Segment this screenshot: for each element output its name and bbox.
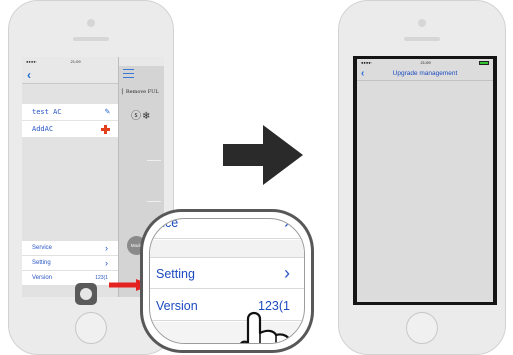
mag-label: vice bbox=[156, 218, 179, 230]
right-screen: ●●●●◦ 21:09 ‹ Upgrade management bbox=[353, 56, 497, 305]
chevron-right-icon: › bbox=[105, 258, 108, 268]
battery-icon bbox=[478, 60, 489, 65]
device-name: AddAC bbox=[32, 125, 54, 133]
menu-label: Setting bbox=[32, 260, 51, 266]
back-chevron-icon[interactable]: ‹ bbox=[27, 68, 31, 82]
tutorial-canvas: ●●●●◦ 21:09 ‹ test AC ✎ AddAC Service › … bbox=[0, 0, 513, 355]
menu-label: Service bbox=[32, 245, 53, 251]
fan-snowflake-icons: ⓢ❄ bbox=[131, 111, 152, 122]
mag-row-service[interactable]: vice › bbox=[150, 218, 304, 239]
nav-bar: ‹ Upgrade management bbox=[357, 66, 493, 81]
earpiece bbox=[404, 37, 440, 41]
divider bbox=[147, 201, 161, 202]
menu-item-service[interactable]: Service › bbox=[22, 241, 118, 256]
status-time: 21:09 bbox=[420, 60, 431, 65]
menu-item-setting[interactable]: Setting › bbox=[22, 256, 118, 271]
pencil-icon[interactable]: ✎ bbox=[105, 107, 110, 117]
earpiece bbox=[73, 37, 109, 41]
divider bbox=[147, 160, 161, 161]
settings-menu: Service › Setting › Version 123(1 bbox=[22, 241, 118, 286]
device-row-add-ac[interactable]: AddAC bbox=[22, 121, 118, 138]
magnifier-callout: vice › Setting › Version 123(1 bbox=[140, 209, 314, 353]
signal-icon: ●●●●◦ bbox=[26, 59, 38, 64]
version-value: 123(1 bbox=[95, 275, 108, 281]
signal-icon: ●●●●◦ bbox=[361, 60, 373, 65]
nav-bar: ‹ bbox=[22, 66, 118, 84]
camera-dot bbox=[87, 19, 95, 27]
page-title: Upgrade management bbox=[392, 69, 458, 77]
menu-label: Version bbox=[32, 275, 53, 281]
chevron-right-icon: › bbox=[284, 218, 290, 232]
mag-label: Version bbox=[156, 298, 198, 313]
status-bar: ●●●●◦ 21:09 bbox=[357, 59, 493, 66]
assistive-touch-button[interactable] bbox=[75, 283, 97, 305]
home-button[interactable] bbox=[75, 312, 107, 344]
device-name: test AC bbox=[32, 108, 62, 116]
mag-row-setting[interactable]: Setting › bbox=[150, 259, 304, 289]
transition-arrow-icon bbox=[223, 125, 303, 185]
main-pane: ●●●●◦ 21:09 ‹ test AC ✎ AddAC Service › … bbox=[22, 57, 118, 297]
device-list: test AC ✎ AddAC bbox=[22, 104, 118, 138]
camera-dot bbox=[418, 19, 426, 27]
device-row-test-ac[interactable]: test AC ✎ bbox=[22, 104, 118, 121]
remove-label: ▏Remove FUL bbox=[122, 89, 159, 95]
menu-item-version[interactable]: Version 123(1 bbox=[22, 271, 118, 286]
plus-icon[interactable] bbox=[101, 124, 110, 134]
home-button[interactable] bbox=[406, 312, 438, 344]
chevron-right-icon: › bbox=[284, 263, 290, 283]
mag-label: Setting bbox=[156, 266, 195, 281]
chevron-right-icon: › bbox=[105, 243, 108, 253]
status-bar: ●●●●◦ 21:09 bbox=[22, 57, 118, 66]
status-time: 21:09 bbox=[70, 59, 81, 64]
tapping-finger-icon bbox=[240, 311, 292, 343]
list-menu-icon[interactable] bbox=[123, 69, 134, 78]
